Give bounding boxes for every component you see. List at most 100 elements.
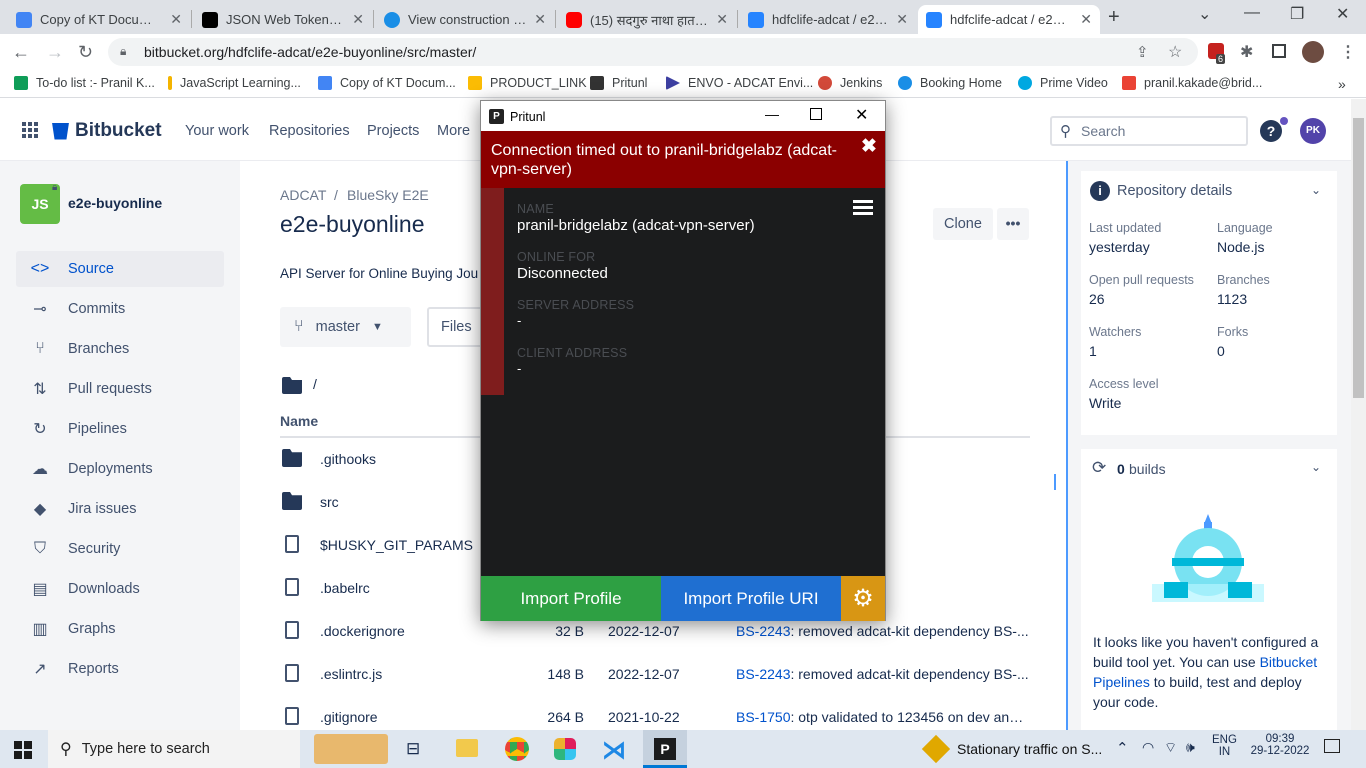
breadcrumb-repo[interactable]: BlueSky E2E [347,187,429,203]
resize-handle[interactable] [1054,474,1056,490]
sidebar-item-downloads[interactable]: ▤ Downloads [16,571,224,607]
sidebar-item-graphs[interactable]: ▥ Graphs [16,611,224,647]
issue-link[interactable]: BS-2243 [736,666,790,682]
pritunl-titlebar[interactable]: P Pritunl — ✕ [481,101,885,131]
bitbucket-logo[interactable]: Bitbucket [52,120,162,142]
browser-tab-active[interactable]: hdfclife-adcat / e2e-bu ✕ [918,5,1100,34]
bookmark[interactable]: Jenkins [818,76,882,90]
file-name[interactable]: .dockerignore [320,623,405,639]
builds-label[interactable]: builds [1129,461,1166,477]
file-name[interactable]: $HUSKY_GIT_PARAMS [320,537,473,553]
sidebar-item-pipelines[interactable]: ↻ Pipelines [16,411,224,447]
chrome-icon[interactable] [505,737,529,761]
bookmark[interactable]: pranil.kakade@brid... [1122,76,1262,90]
browser-tab[interactable]: (15) सदगुरु नाथा हात जो ✕ [558,5,736,34]
browser-tab[interactable]: View construction upda ✕ [376,5,554,34]
bookmark[interactable]: Pritunl [590,76,647,90]
weather-news-text[interactable]: Stationary traffic on S... [957,741,1102,757]
profile-menu-icon[interactable] [853,200,873,215]
notifications-icon[interactable] [1324,739,1340,753]
clone-button[interactable]: Clone [933,208,993,240]
close-icon[interactable]: ✕ [1080,11,1092,28]
close-window-icon[interactable]: ✕ [1336,4,1349,24]
minimize-icon[interactable]: — [765,106,779,122]
tab-search-icon[interactable]: ⌄ [1198,4,1211,24]
slack-icon[interactable] [554,738,576,760]
chevron-down-icon[interactable]: ⌄ [1311,460,1321,474]
menu-icon[interactable]: ⋮ [1340,42,1356,62]
bookmark[interactable]: Prime Video [1018,76,1108,90]
new-tab-icon[interactable]: + [1108,6,1120,29]
avatar[interactable]: PK [1300,118,1326,144]
maximize-icon[interactable]: ❐ [1290,4,1304,24]
breadcrumb-project[interactable]: ADCAT [280,187,326,203]
clock[interactable]: 09:39 29-12-2022 [1250,733,1310,757]
help-icon[interactable]: ? [1260,120,1282,142]
reload-icon[interactable]: ↻ [78,42,93,63]
import-profile-uri-button[interactable]: Import Profile URI [661,576,841,621]
tray-chevron-icon[interactable]: ⌃ [1116,739,1129,757]
scrollbar-thumb[interactable] [1353,118,1364,398]
windows-start-icon[interactable] [14,741,32,759]
file-name[interactable]: .eslintrc.js [320,666,382,682]
close-icon[interactable]: ✕ [170,11,182,28]
bookmark[interactable]: JavaScript Learning... [168,76,301,90]
widgets-icon[interactable] [314,734,388,764]
profile-avatar[interactable] [1302,41,1324,63]
sidebar-item-branches[interactable]: ⑂ Branches [16,331,224,367]
file-name[interactable]: .githooks [320,451,376,467]
network-icon[interactable]: ◠ [1142,739,1154,756]
detail-value[interactable]: 1123 [1217,291,1247,307]
issue-link[interactable]: BS-1750 [736,709,790,725]
table-row[interactable]: .eslintrc.js 148 B 2022-12-07 BS-2243: remo… [280,652,1030,695]
url-bar[interactable]: bitbucket.org/hdfclife-adcat/e2e-buyonli… [108,38,1198,66]
file-name[interactable]: src [320,494,339,510]
close-icon[interactable]: ✕ [716,11,728,28]
bookmark-star-icon[interactable]: ☆ [1168,42,1182,62]
chevron-down-icon[interactable]: ⌄ [1311,183,1321,197]
close-icon[interactable]: ✕ [855,105,868,125]
nav-your-work[interactable]: Your work [185,123,249,139]
detail-value[interactable]: 1 [1089,343,1097,359]
sidebar-item-source[interactable]: <> Source [16,251,224,287]
files-filter-button[interactable]: Files [427,307,487,347]
nav-repositories[interactable]: Repositories [269,123,350,139]
sidebar-item-jira-issues[interactable]: ◆ Jira issues [16,491,224,527]
file-name[interactable]: .babelrc [320,580,370,596]
more-actions-button[interactable]: ••• [997,208,1029,240]
nav-projects[interactable]: Projects [367,123,419,139]
browser-tab[interactable]: Copy of KT Document ✕ [8,5,190,34]
task-view-icon[interactable]: ⊟ [406,739,420,759]
bookmark[interactable]: ENVO - ADCAT Envi... [666,76,813,90]
root-path[interactable]: / [313,376,317,392]
sidebar-item-security[interactable]: ⛉ Security [16,531,224,567]
vscode-icon[interactable]: ⋊ [602,736,626,765]
language-indicator[interactable]: ENG IN [1212,734,1237,758]
pritunl-taskbar-button[interactable]: P [643,730,687,768]
sidebar-item-deployments[interactable]: ☁ Deployments [16,451,224,487]
back-icon[interactable]: ← [12,42,30,63]
bookmark[interactable]: To-do list :- Pranil K... [14,76,155,90]
maximize-icon[interactable] [810,108,822,120]
repo-name[interactable]: e2e-buyonline [68,195,162,211]
file-name[interactable]: .gitignore [320,709,378,725]
close-icon[interactable]: ✕ [896,11,908,28]
close-icon[interactable]: ✕ [352,11,364,28]
volume-icon[interactable]: 🕪︎ [1186,739,1195,756]
file-explorer-icon[interactable] [456,739,478,757]
taskbar-search[interactable]: ⚲ Type here to search [48,730,300,768]
browser-tab[interactable]: JSON Web Tokens - jwt ✕ [194,5,372,34]
more-bookmarks-icon[interactable]: » [1338,76,1346,92]
close-icon[interactable]: ✕ [534,11,546,28]
detail-value[interactable]: 26 [1089,291,1105,307]
sidebar-item-commits[interactable]: ⊸ Commits [16,291,224,327]
lock-icon[interactable]: 🔒︎ [120,44,126,59]
minimize-icon[interactable]: — [1244,4,1260,22]
bookmark[interactable]: Copy of KT Docum... [318,76,456,90]
column-header-name[interactable]: Name [280,413,318,429]
branch-selector[interactable]: ⑂ master ▼ [280,307,411,347]
settings-icon[interactable]: ⚙ [841,576,885,621]
search-input[interactable]: ⚲ Search [1050,116,1248,146]
app-switcher-icon[interactable] [22,122,38,138]
nav-more[interactable]: More [437,123,470,139]
